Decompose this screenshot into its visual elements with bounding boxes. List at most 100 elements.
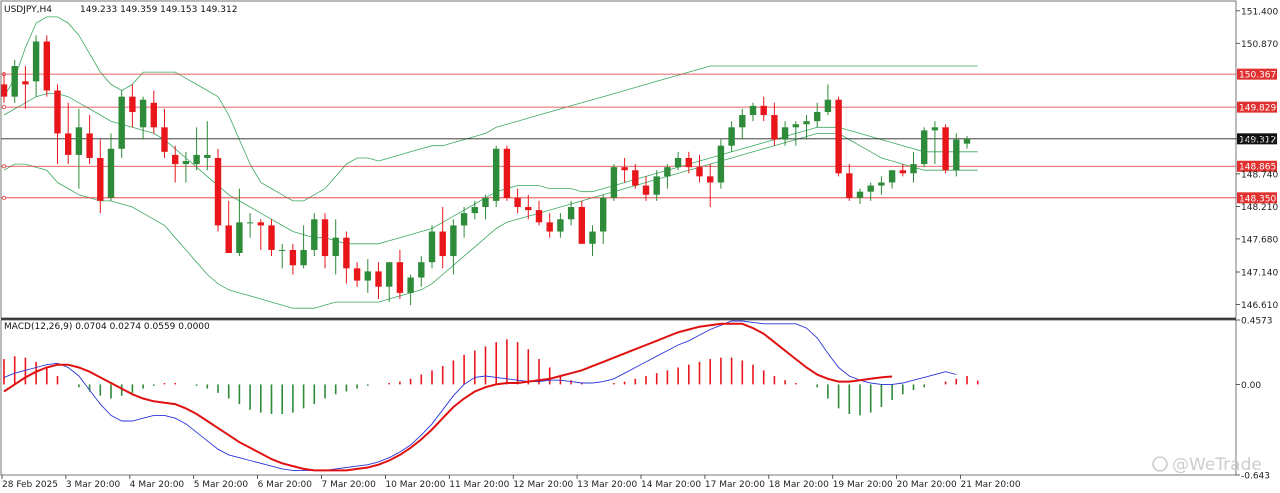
level-marker-icon: [2, 195, 6, 200]
candle-body: [11, 65, 18, 97]
level-marker-icon: [2, 164, 6, 169]
candle-body: [225, 225, 232, 254]
candle-body: [471, 207, 478, 214]
candle-body: [353, 268, 361, 281]
candle-body: [214, 157, 222, 226]
candle-body: [525, 207, 532, 211]
candle-body: [150, 102, 157, 128]
candle-body: [65, 133, 72, 155]
candle-body: [118, 96, 125, 149]
candle-body: [161, 127, 168, 152]
candle-body: [43, 41, 50, 91]
candle-body: [503, 148, 511, 198]
time-axis-label: 13 Mar 20:00: [577, 480, 637, 490]
candle-body: [0, 84, 8, 97]
time-axis-label: 20 Mar 20:00: [897, 480, 957, 490]
candle-body: [396, 262, 404, 293]
candle-body: [621, 167, 628, 171]
macd-indicator-label: MACD(12,26,9) 0.0704 0.0274 0.0559 0.000…: [4, 322, 210, 332]
price-axis-label: 146.610: [1241, 301, 1278, 311]
candle-body: [856, 191, 864, 198]
candle-body: [375, 271, 382, 287]
candle-body: [814, 111, 821, 122]
price-axis-label: 149.312: [1241, 135, 1278, 145]
time-axis-label: 4 Mar 20:00: [130, 480, 185, 490]
candle-body: [407, 277, 414, 293]
candle-body: [578, 207, 585, 244]
candle-body: [493, 148, 500, 201]
candle-body: [760, 105, 767, 116]
candle-body: [268, 225, 275, 250]
candle-body: [54, 90, 61, 134]
candle-body: [557, 219, 564, 232]
time-axis-label: 12 Mar 20:00: [513, 480, 573, 490]
candle-body: [418, 262, 425, 278]
level-marker-icon: [2, 105, 6, 110]
level-tag-label: 149.829: [1239, 104, 1276, 114]
candle-body: [75, 127, 83, 155]
candle-body: [632, 170, 639, 186]
candle-body: [610, 167, 618, 198]
candle-body: [86, 133, 93, 158]
candle-body: [246, 222, 254, 224]
candle-body: [482, 197, 489, 208]
candle-body: [899, 170, 906, 174]
price-axis-label: 147.680: [1241, 235, 1278, 245]
time-axis-label: 18 Mar 20:00: [769, 480, 829, 490]
time-axis-label: 28 Feb 2025: [2, 480, 58, 490]
candle-body: [257, 222, 264, 226]
price-axis-label: 151.400: [1241, 7, 1278, 17]
candle-body: [931, 127, 939, 131]
candle-body: [728, 127, 735, 146]
macd-axis-label: 0.00: [1241, 381, 1261, 391]
candle-body: [878, 182, 885, 186]
candle-body: [439, 231, 446, 257]
candle-body: [600, 197, 607, 232]
candle-body: [32, 41, 40, 82]
candle-body: [942, 127, 949, 171]
ohlc-readout: 149.233 149.359 149.153 149.312: [80, 5, 237, 15]
candle-body: [717, 145, 725, 183]
time-axis-label: 17 Mar 20:00: [705, 480, 765, 490]
price-axis-label: 147.140: [1241, 269, 1278, 279]
candle-body: [953, 139, 960, 171]
level-tag-label: 150.367: [1239, 71, 1276, 81]
candle-body: [428, 231, 436, 263]
candle-body: [910, 164, 917, 174]
candle-body: [707, 176, 714, 183]
time-axis-label: 10 Mar 20:00: [385, 480, 445, 490]
candle-body: [739, 115, 746, 128]
candle-body: [97, 157, 104, 201]
price-axis-label: 148.740: [1241, 170, 1278, 180]
candle-body: [139, 99, 147, 128]
candle-body: [674, 157, 682, 168]
candle-body: [921, 130, 928, 165]
candle-body: [589, 231, 596, 244]
symbol-info: USDJPY,H4: [4, 5, 52, 15]
time-axis-label: 3 Mar 20:00: [66, 480, 121, 490]
candle-body: [835, 99, 842, 174]
candle-body: [771, 115, 778, 140]
candle-body: [535, 210, 543, 223]
candle-body: [279, 249, 286, 251]
candle-body: [653, 176, 660, 195]
candle-body: [781, 127, 789, 140]
candle-body: [888, 170, 896, 183]
candle-body: [642, 185, 650, 195]
candle-body: [172, 154, 179, 165]
time-axis-label: 5 Mar 20:00: [194, 480, 249, 490]
candle-body: [567, 207, 575, 220]
candle-body: [129, 96, 136, 112]
chart-root: 150.367149.829148.865148.350149.312151.4…: [0, 0, 1280, 493]
candle-body: [803, 121, 810, 125]
candle-body: [321, 219, 329, 257]
candle-body: [792, 124, 799, 128]
candle-body: [204, 154, 211, 158]
time-axis-label: 21 Mar 20:00: [961, 480, 1021, 490]
candle-body: [546, 222, 553, 232]
price-axis-label: 148.210: [1241, 203, 1278, 213]
candle-body: [867, 185, 874, 192]
price-axis-label: 150.870: [1241, 40, 1278, 50]
candle-body: [846, 173, 853, 198]
candle-body: [364, 271, 371, 281]
